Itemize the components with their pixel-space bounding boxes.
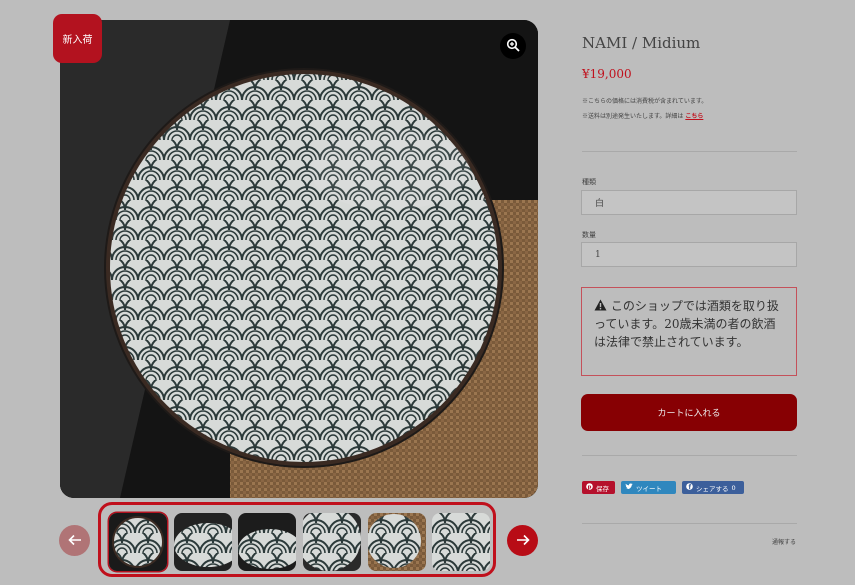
tweet-label: ツイート xyxy=(636,484,662,493)
arrow-right-icon xyxy=(516,531,530,550)
product-price: ¥19,000 xyxy=(582,67,632,81)
thumbnail-5[interactable] xyxy=(368,513,426,571)
add-to-cart-label: カートに入れる xyxy=(657,409,721,419)
shipping-note: ※送料は別途発生いたします。詳細は こちら xyxy=(582,111,703,120)
shipping-details-link[interactable]: こちら xyxy=(685,113,703,120)
type-select[interactable]: 白 xyxy=(581,190,797,215)
twitter-icon xyxy=(625,483,633,492)
divider xyxy=(582,455,797,456)
thumbnail-1[interactable] xyxy=(109,513,167,571)
quantity-label: 数量 xyxy=(582,231,596,239)
type-value: 白 xyxy=(595,199,605,209)
pinterest-icon: p xyxy=(586,483,593,492)
zoom-in-icon xyxy=(506,37,520,56)
thumbnail-3[interactable] xyxy=(238,513,296,571)
gallery-prev-button[interactable] xyxy=(59,525,90,556)
facebook-share-button[interactable]: f シェアする 0 xyxy=(682,481,744,494)
facebook-icon: f xyxy=(686,483,693,492)
facebook-share-count: 0 xyxy=(731,483,736,492)
thumbnail-2[interactable] xyxy=(174,513,232,571)
pinterest-save-label: 保存 xyxy=(596,484,609,493)
alcohol-warning: このショップでは酒類を取り扱っています。20歳未満の者の飲酒は法律で禁止されてい… xyxy=(581,287,797,376)
facebook-share-label: シェアする xyxy=(696,484,729,493)
divider xyxy=(582,151,797,152)
thumbnail-4[interactable] xyxy=(303,513,361,571)
report-link[interactable]: 通報する xyxy=(772,537,796,546)
arrow-left-icon xyxy=(67,531,82,550)
tweet-button[interactable]: ツイート xyxy=(621,481,676,494)
add-to-cart-button[interactable]: カートに入れる xyxy=(581,394,797,431)
quantity-input[interactable]: 1 xyxy=(581,242,797,267)
main-product-image[interactable] xyxy=(60,20,538,498)
svg-text:f: f xyxy=(688,484,691,490)
quantity-value: 1 xyxy=(595,249,601,260)
shipping-note-text: ※送料は別途発生いたします。詳細は xyxy=(582,113,684,120)
tax-note: ※こちらの価格には消費税が含まれています。 xyxy=(582,98,708,105)
product-title: NAMI / Midium xyxy=(582,34,701,52)
warning-text: このショップでは酒類を取り扱っています。20歳未満の者の飲酒は法律で禁止されてい… xyxy=(594,299,779,349)
thumbnail-strip xyxy=(98,502,496,577)
pinterest-save-button[interactable]: p 保存 xyxy=(582,481,615,494)
new-arrival-label: 新入荷 xyxy=(62,35,93,46)
svg-text:p: p xyxy=(588,485,592,490)
type-label: 種類 xyxy=(582,178,596,186)
thumbnail-6[interactable] xyxy=(432,513,490,571)
divider xyxy=(582,523,797,524)
warning-icon xyxy=(594,299,611,313)
gallery-next-button[interactable] xyxy=(507,525,538,556)
new-arrival-badge: 新入荷 xyxy=(53,14,102,63)
zoom-button[interactable] xyxy=(500,33,526,59)
